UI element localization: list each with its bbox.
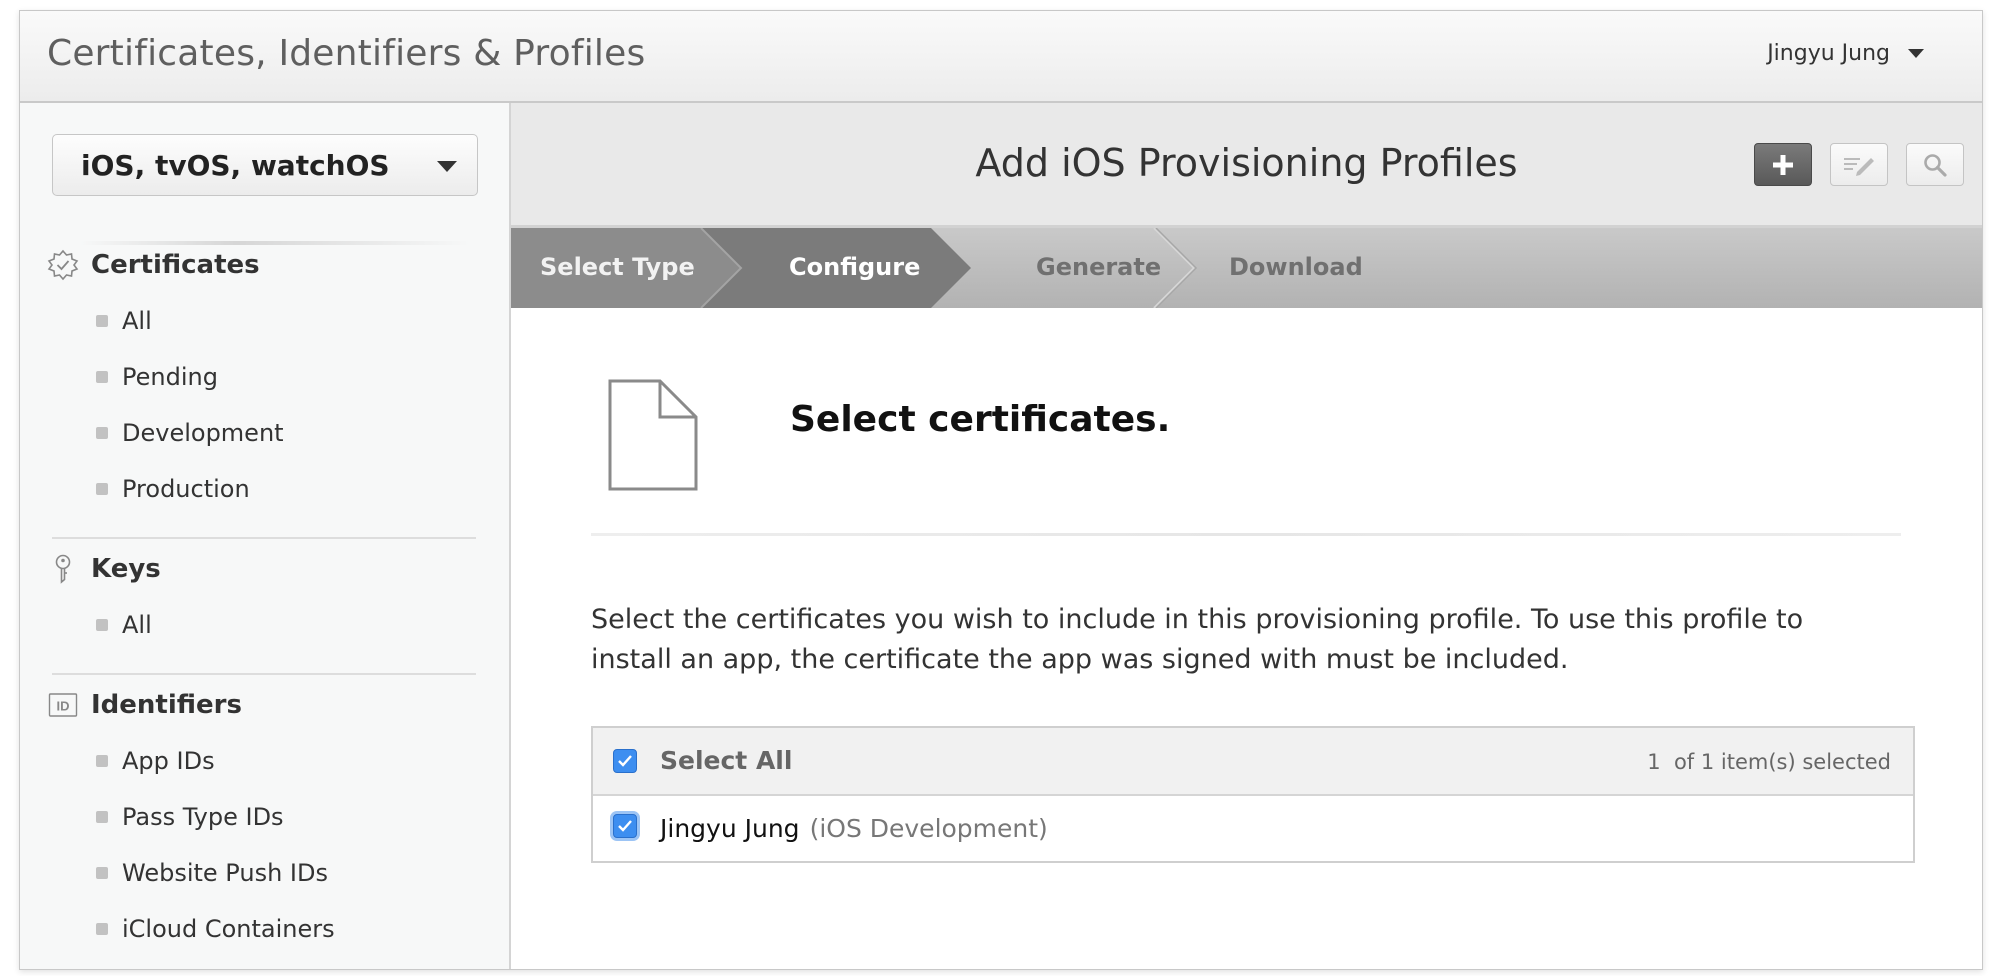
sidebar-item-label: iCloud Containers xyxy=(122,915,335,943)
plus-icon xyxy=(1773,154,1793,175)
sidebar-item-label: Development xyxy=(122,419,284,447)
divider xyxy=(80,241,470,245)
sidebar-section-keys[interactable]: Keys xyxy=(47,553,161,585)
sidebar-item-pass-type-ids[interactable]: Pass Type IDs xyxy=(96,803,284,831)
bullet xyxy=(96,483,108,495)
certificate-checkbox[interactable] xyxy=(613,814,637,838)
certificate-type: (iOS Development) xyxy=(809,814,1048,843)
sidebar-item-label: Website Push IDs xyxy=(122,859,328,887)
step-configure: Configure xyxy=(789,253,921,281)
bullet xyxy=(96,811,108,823)
chevron-down-icon xyxy=(1908,49,1924,58)
content-area: Select certificates. Select the certific… xyxy=(511,308,1982,969)
user-name: Jingyu Jung xyxy=(1767,41,1890,66)
step-select-type: Select Type xyxy=(540,253,695,281)
bullet xyxy=(96,867,108,879)
sidebar-item-pending[interactable]: Pending xyxy=(96,363,218,391)
description-text: Select the certificates you wish to incl… xyxy=(591,604,1804,675)
step-generate: Generate xyxy=(1036,253,1162,281)
sidebar-section-identifiers[interactable]: ID Identifiers xyxy=(47,689,242,721)
divider xyxy=(52,537,476,539)
platform-select[interactable]: iOS, tvOS, watchOS xyxy=(52,134,478,196)
select-all-label: Select All xyxy=(660,746,793,775)
sidebar-item-label: All xyxy=(122,611,152,639)
bullet xyxy=(96,923,108,935)
sidebar-section-label: Certificates xyxy=(91,250,260,280)
bullet xyxy=(96,315,108,327)
sidebar-item-website-push-ids[interactable]: Website Push IDs xyxy=(96,859,328,887)
app-window: Certificates, Identifiers & Profiles Jin… xyxy=(19,10,1983,970)
main-header: Add iOS Provisioning Profiles xyxy=(511,103,1982,228)
step-download: Download xyxy=(1229,253,1363,281)
table-header: Select All 1 of 1 item(s) selected xyxy=(593,728,1913,796)
top-header: Certificates, Identifiers & Profiles Jin… xyxy=(20,11,1982,103)
id-icon: ID xyxy=(47,689,79,721)
certificate-table: Select All 1 of 1 item(s) selected Jingy… xyxy=(591,726,1915,863)
sidebar-item-development[interactable]: Development xyxy=(96,419,284,447)
sidebar-item-icloud-containers[interactable]: iCloud Containers xyxy=(96,915,335,943)
sidebar: iOS, tvOS, watchOS Certificates All Pend… xyxy=(20,103,511,969)
edit-button[interactable] xyxy=(1830,143,1888,186)
document-icon xyxy=(608,379,698,491)
sidebar-item-label: Pending xyxy=(122,363,218,391)
selected-count-suffix: of 1 item(s) selected xyxy=(1673,750,1891,774)
bullet xyxy=(96,755,108,767)
select-all-checkbox[interactable] xyxy=(613,749,637,773)
bullet xyxy=(96,619,108,631)
divider xyxy=(52,673,476,675)
sidebar-item-label: App IDs xyxy=(122,747,215,775)
certificate-badge-icon xyxy=(47,249,79,281)
sidebar-item-production[interactable]: Production xyxy=(96,475,250,503)
user-menu[interactable]: Jingyu Jung xyxy=(1767,41,1924,66)
sidebar-item-keys-all[interactable]: All xyxy=(96,611,152,639)
search-button[interactable] xyxy=(1906,143,1964,186)
checkmark-icon xyxy=(618,755,632,767)
platform-select-value: iOS, tvOS, watchOS xyxy=(81,149,390,182)
bullet xyxy=(96,427,108,439)
sidebar-item-label: All xyxy=(122,307,152,335)
add-button[interactable] xyxy=(1754,143,1812,186)
sidebar-item-app-ids[interactable]: App IDs xyxy=(96,747,215,775)
chevron-down-icon xyxy=(437,161,457,172)
section-title: Select certificates. xyxy=(790,399,1171,440)
sidebar-section-label: Identifiers xyxy=(91,690,242,720)
search-icon xyxy=(1924,153,1947,177)
sidebar-section-certificates[interactable]: Certificates xyxy=(47,249,260,281)
sidebar-item-label: Pass Type IDs xyxy=(122,803,284,831)
sidebar-section-label: Keys xyxy=(91,554,161,584)
sidebar-item-label: Production xyxy=(122,475,250,503)
edit-icon xyxy=(1844,157,1874,176)
sidebar-item-certificates-all[interactable]: All xyxy=(96,307,152,335)
progress-steps: Select Type Configure Generate Download xyxy=(511,228,1982,308)
checkmark-icon xyxy=(618,820,632,832)
selected-count-number: 1 xyxy=(1647,750,1661,774)
bullet xyxy=(96,371,108,383)
svg-text:ID: ID xyxy=(57,699,70,714)
main-panel: Add iOS Provisioning Profiles Select Typ… xyxy=(511,103,1982,969)
divider xyxy=(591,533,1901,536)
selection-count: 1 of 1 item(s) selected xyxy=(1647,750,1891,774)
certificate-name: Jingyu Jung xyxy=(660,814,800,843)
key-icon xyxy=(47,553,79,585)
table-row[interactable]: Jingyu Jung (iOS Development) xyxy=(660,814,1048,843)
app-title: Certificates, Identifiers & Profiles xyxy=(47,33,646,74)
